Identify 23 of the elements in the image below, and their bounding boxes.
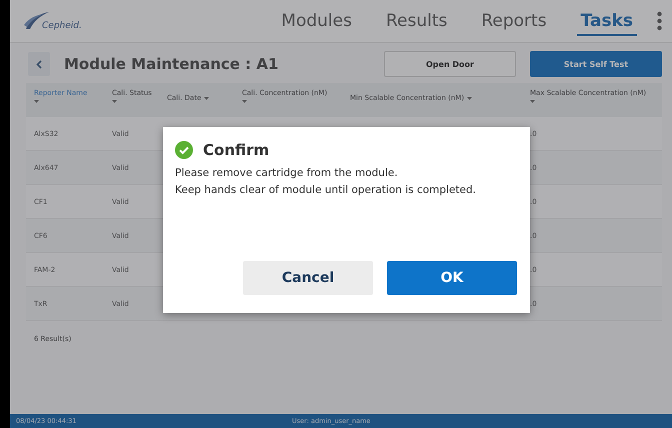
- sort-caret-icon[interactable]: [204, 96, 210, 100]
- nav-tab[interactable]: Reports: [477, 6, 551, 36]
- sort-caret-icon[interactable]: [112, 100, 117, 103]
- logo-text: Cepheid.: [42, 21, 82, 31]
- nav-tab[interactable]: Results: [382, 6, 452, 36]
- sort-caret-icon[interactable]: [530, 100, 535, 103]
- dialog-message: Keep hands clear of module until operation is completed.: [175, 183, 478, 198]
- dialog-title: Confirm: [203, 141, 270, 159]
- sort-caret-icon[interactable]: [467, 96, 472, 100]
- back-button[interactable]: [28, 52, 50, 76]
- ok-button[interactable]: OK: [387, 261, 517, 295]
- nav-tab[interactable]: Tasks: [576, 6, 637, 36]
- sort-caret-icon[interactable]: [34, 100, 39, 103]
- start-self-test-button[interactable]: Start Self Test: [530, 51, 662, 77]
- cancel-button[interactable]: Cancel: [243, 261, 373, 295]
- sort-caret-icon[interactable]: [242, 100, 247, 103]
- dialog-message: Please remove cartridge from the module.: [175, 166, 399, 181]
- open-door-button[interactable]: Open Door: [384, 51, 516, 77]
- back-icon: [36, 60, 42, 68]
- check-icon: [175, 141, 193, 159]
- nav-tab[interactable]: Modules: [277, 6, 356, 36]
- more-menu-icon[interactable]: [657, 11, 662, 31]
- page-title: Module Maintenance : A1: [64, 55, 278, 73]
